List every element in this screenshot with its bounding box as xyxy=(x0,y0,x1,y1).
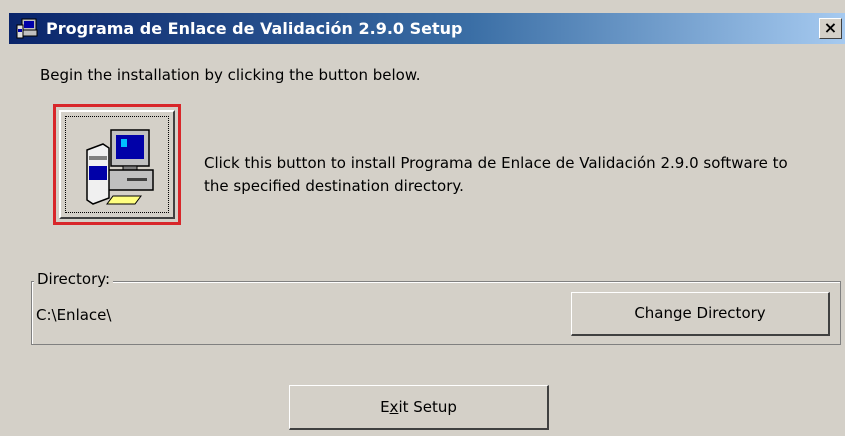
intro-text: Begin the installation by clicking the b… xyxy=(40,66,421,84)
install-computer-icon xyxy=(86,129,154,205)
exit-setup-button[interactable]: Exit Setup xyxy=(289,385,549,430)
install-description: Click this button to install Programa de… xyxy=(204,152,788,198)
install-description-line-1: Click this button to install Programa de… xyxy=(204,154,788,172)
exit-label-suffix: it Setup xyxy=(398,398,457,416)
change-directory-button[interactable]: Change Directory xyxy=(571,292,830,336)
close-icon: × xyxy=(823,18,838,37)
setup-window: Programa de Enlace de Validación 2.9.0 S… xyxy=(0,0,845,436)
close-button[interactable]: × xyxy=(819,18,842,39)
window-title: Programa de Enlace de Validación 2.9.0 S… xyxy=(46,19,463,38)
install-description-line-2: the specified destination directory. xyxy=(204,177,464,195)
setup-computer-icon xyxy=(16,18,38,39)
exit-label-prefix: E xyxy=(380,398,390,416)
install-button[interactable] xyxy=(53,104,181,225)
directory-legend: Directory: xyxy=(34,270,114,288)
change-directory-label: Change Directory xyxy=(634,304,766,322)
directory-path: C:\Enlace\ xyxy=(36,306,112,324)
title-bar[interactable]: Programa de Enlace de Validación 2.9.0 S… xyxy=(9,13,845,44)
install-button-face[interactable] xyxy=(59,110,175,219)
